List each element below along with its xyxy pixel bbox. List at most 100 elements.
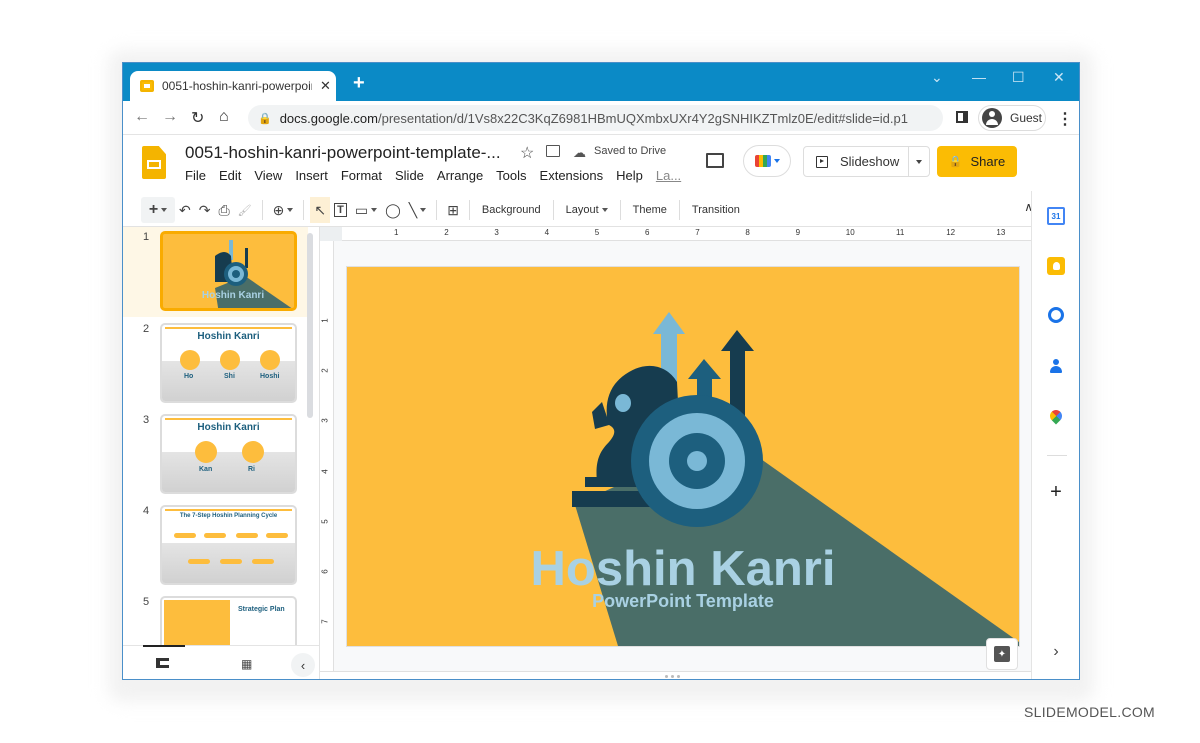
menu-last-edit[interactable]: La...: [656, 168, 681, 183]
zoom-button[interactable]: ⊕: [269, 197, 298, 223]
menu-help[interactable]: Help: [616, 168, 643, 183]
new-tab-button[interactable]: +: [353, 72, 365, 95]
slide-thumbnail[interactable]: Strategic Plan: [160, 596, 297, 645]
filmstrip-item[interactable]: 4 The 7-Step Hoshin Planning Cycle: [123, 501, 308, 591]
grid-view-icon[interactable]: ▦: [241, 657, 252, 671]
move-to-folder-icon[interactable]: [546, 145, 560, 157]
contacts-icon[interactable]: [1047, 357, 1065, 375]
tab-close-icon[interactable]: ✕: [320, 78, 331, 94]
shape-tool[interactable]: ◯: [381, 197, 405, 223]
tasks-icon[interactable]: [1048, 307, 1064, 323]
browser-tab[interactable]: 0051-hoshin-kanri-powerpoint-template ✕: [130, 71, 336, 101]
menu-slide[interactable]: Slide: [395, 168, 424, 183]
layout-label: Layout: [565, 204, 599, 216]
close-window-button[interactable]: ✕: [1053, 69, 1065, 86]
select-tool[interactable]: ↖: [310, 197, 331, 223]
line-tool[interactable]: ╲: [405, 197, 430, 223]
filmstrip-item[interactable]: 2 Hoshin Kanri Ho Shi Hoshi: [123, 319, 308, 409]
forward-icon[interactable]: →: [162, 108, 178, 126]
reload-icon[interactable]: ↻: [191, 108, 204, 128]
comment-history-icon[interactable]: [706, 153, 724, 168]
paint-format-button[interactable]: 🖌: [234, 197, 256, 223]
filmstrip-scrollbar[interactable]: [307, 233, 313, 418]
tab-search-icon[interactable]: ⌄: [931, 69, 943, 86]
theme-button[interactable]: Theme: [627, 197, 673, 223]
ruler-tick-label: 1: [320, 318, 330, 323]
menu-file[interactable]: File: [185, 168, 206, 183]
slide-thumbnail[interactable]: Hoshin Kanri Ho Shi Hoshi: [160, 323, 297, 403]
filmstrip-item[interactable]: 5 Strategic Plan: [123, 592, 308, 645]
menu-view[interactable]: View: [254, 168, 282, 183]
keep-icon[interactable]: [1047, 257, 1065, 275]
menu-format[interactable]: Format: [341, 168, 382, 183]
explore-button[interactable]: ✦: [986, 638, 1018, 670]
cursor-icon: ↖: [314, 201, 327, 218]
comment-button[interactable]: ⊞: [443, 197, 463, 223]
saved-status[interactable]: Saved to Drive: [594, 145, 666, 157]
minimize-button[interactable]: —: [972, 69, 986, 85]
side-panel-icon[interactable]: [956, 111, 968, 123]
calendar-icon[interactable]: 31: [1047, 207, 1065, 225]
slide-canvas[interactable]: Hoshin Kanri PowerPoint Template: [347, 267, 1019, 646]
document-title[interactable]: 0051-hoshin-kanri-powerpoint-template-..…: [185, 143, 501, 163]
filmstrip-item[interactable]: 1 Hoshin Kanri: [123, 227, 308, 317]
menu-extensions[interactable]: Extensions: [540, 168, 604, 183]
profile-label: Guest: [1010, 111, 1043, 125]
menu-arrange[interactable]: Arrange: [437, 168, 483, 183]
redo-button[interactable]: ↷: [195, 197, 215, 223]
slides-favicon-icon: [140, 80, 154, 92]
slideshow-dropdown[interactable]: [909, 159, 929, 164]
maps-icon[interactable]: [1047, 407, 1065, 425]
maximize-button[interactable]: ☐: [1012, 69, 1025, 86]
speaker-notes-handle[interactable]: [320, 671, 1031, 679]
target-center: [687, 451, 707, 471]
drag-handle-icon[interactable]: [665, 675, 680, 678]
ruler-tick-label: 13: [996, 228, 1006, 237]
filmstrip-item[interactable]: 3 Hoshin Kanri Kan Ri: [123, 410, 308, 500]
image-tool[interactable]: ▭: [351, 197, 381, 223]
slide-thumbnail[interactable]: The 7-Step Hoshin Planning Cycle: [160, 505, 297, 585]
background-button[interactable]: Background: [476, 197, 547, 223]
slide-thumbnail[interactable]: Hoshin Kanri: [160, 231, 297, 311]
toolbar-divider: [468, 200, 470, 220]
slides-logo-icon[interactable]: [142, 146, 166, 179]
slideshow-button[interactable]: Slideshow: [804, 147, 909, 176]
horizontal-ruler[interactable]: 1 2 3 4 5 6 7 8 9 10 11 12 13: [342, 227, 1031, 241]
menu-tools[interactable]: Tools: [496, 168, 526, 183]
ruler-corner: [320, 227, 342, 241]
thumb-term: Kan: [199, 466, 213, 473]
side-panel: 31 + ›: [1031, 191, 1079, 679]
home-icon[interactable]: ⌂: [219, 108, 229, 126]
print-button[interactable]: ⎙: [214, 197, 233, 223]
filmstrip-view-icon[interactable]: [156, 658, 169, 668]
browser-menu-icon[interactable]: ⋮: [1057, 109, 1073, 129]
layout-button[interactable]: Layout: [560, 197, 614, 223]
thumb-title: The 7-Step Hoshin Planning Cycle: [179, 513, 278, 519]
meet-icon: [754, 155, 771, 167]
slideshow-label: Slideshow: [840, 154, 900, 169]
menu-edit[interactable]: Edit: [219, 168, 241, 183]
undo-button[interactable]: ↶: [175, 197, 195, 223]
menu-insert[interactable]: Insert: [295, 168, 328, 183]
textbox-tool[interactable]: T: [330, 197, 351, 223]
add-addon-icon[interactable]: +: [1047, 481, 1065, 503]
play-icon: [816, 155, 828, 168]
star-icon[interactable]: ☆: [520, 143, 534, 163]
back-icon[interactable]: ←: [134, 108, 150, 126]
new-slide-button[interactable]: +: [141, 197, 175, 223]
url-input[interactable]: 🔒 docs.google.com /presentation/d/1Vs8x2…: [248, 105, 943, 131]
print-icon: ⎙: [218, 201, 230, 218]
expand-panel-icon[interactable]: ›: [1047, 643, 1065, 661]
slide-thumbnail[interactable]: Hoshin Kanri Kan Ri: [160, 414, 297, 494]
transition-button[interactable]: Transition: [686, 197, 746, 223]
share-button[interactable]: 🔒 Share: [937, 146, 1017, 177]
profile-button[interactable]: Guest: [978, 105, 1046, 131]
chevron-down-icon: [916, 159, 922, 164]
url-path: /presentation/d/1Vs8x22C3KqZ6981HBmUQXmb…: [377, 110, 908, 126]
cloud-saved-icon: ☁: [573, 145, 586, 160]
meet-button[interactable]: [743, 145, 791, 177]
collapse-filmstrip-button[interactable]: ‹: [291, 653, 315, 677]
slide-number: 5: [143, 596, 150, 608]
chevron-down-icon: [420, 208, 427, 212]
vertical-ruler[interactable]: 1 2 3 4 5 6 7: [320, 241, 334, 671]
